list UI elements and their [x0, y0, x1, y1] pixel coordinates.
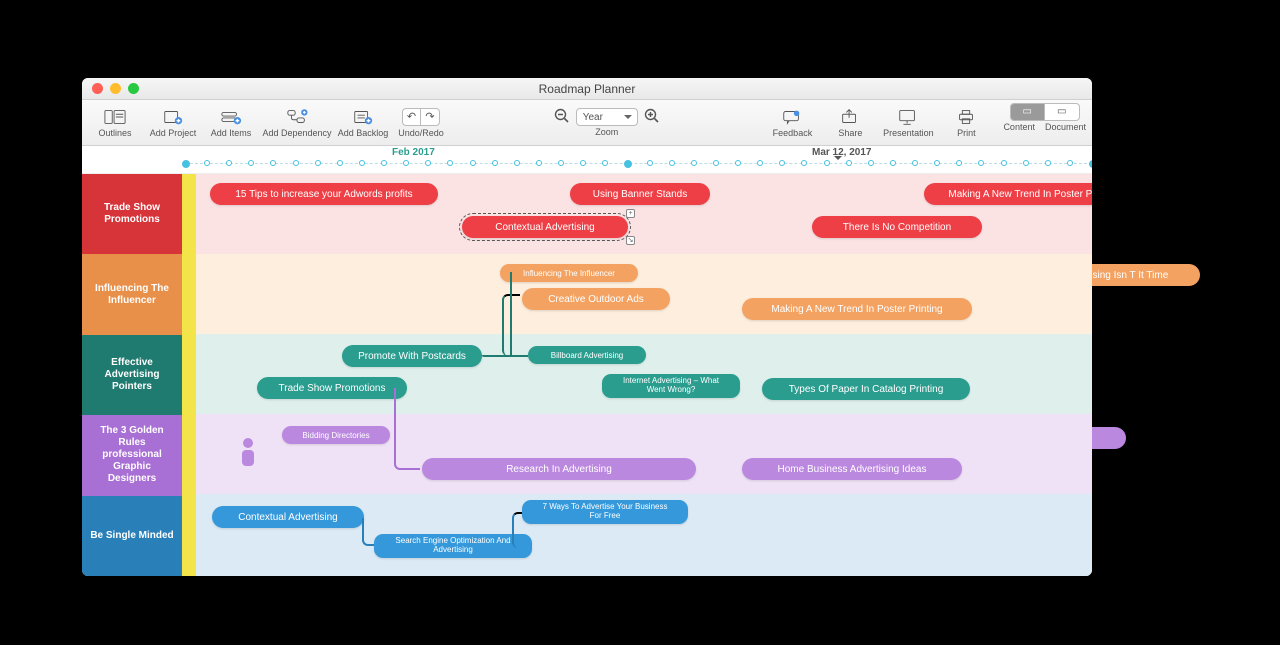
add-dependency-button[interactable]: Add Dependency	[262, 103, 332, 143]
add-items-icon	[220, 108, 242, 126]
card-r3a[interactable]: Promote With Postcards	[342, 345, 482, 367]
share-icon	[839, 108, 861, 126]
undo-redo-label: Undo/Redo	[398, 128, 444, 138]
outlines-button[interactable]: Outlines	[88, 103, 142, 143]
card-r4a[interactable]: Bidding Directories	[282, 426, 390, 444]
card-r3d[interactable]: Internet Advertising – What Went Wrong?	[602, 374, 740, 398]
presentation-label: Presentation	[883, 128, 934, 138]
lane-label-1[interactable]: Trade Show Promotions	[82, 174, 182, 254]
redo-icon[interactable]: ↷	[421, 109, 439, 125]
outlines-label: Outlines	[98, 128, 131, 138]
undo-icon[interactable]: ↶	[403, 109, 421, 125]
timeline-header: Feb 2017 Mar 12, 2017	[82, 146, 1092, 174]
lane-labels: Trade Show Promotions Influencing The In…	[82, 174, 182, 576]
add-items-label: Add Items	[211, 128, 252, 138]
roadmap-canvas[interactable]: 15 Tips to increase your Adwords profits…	[182, 174, 1092, 576]
card-r1b[interactable]: Using Banner Stands	[570, 183, 710, 205]
resize-handle-icon[interactable]: +	[626, 209, 635, 218]
card-r3e[interactable]: Types Of Paper In Catalog Printing	[762, 378, 970, 400]
zoom-value: Year	[583, 112, 603, 123]
undo-redo-segmented[interactable]: ↶ ↷	[402, 108, 440, 126]
timeline-month-label: Feb 2017	[392, 147, 435, 158]
document-label: Document	[1045, 122, 1086, 132]
card-r2d[interactable]: Making A New Trend In Poster Printing	[742, 298, 972, 320]
share-label: Share	[838, 128, 862, 138]
card-r1d[interactable]: Contextual Advertising + ↘	[462, 216, 628, 238]
add-backlog-label: Add Backlog	[338, 128, 389, 138]
card-r4b[interactable]: Research In Advertising	[422, 458, 696, 480]
card-r1a[interactable]: 15 Tips to increase your Adwords profits	[210, 183, 438, 205]
card-r4c[interactable]: Contextual Advertising	[1092, 427, 1126, 449]
window-title: Roadmap Planner	[82, 82, 1092, 96]
lane-label-4[interactable]: The 3 Golden Rules professional Graphic …	[82, 415, 182, 495]
document-tab[interactable]: ▭	[1045, 104, 1079, 120]
add-dependency-icon	[286, 108, 308, 126]
add-project-label: Add Project	[150, 128, 197, 138]
feedback-button[interactable]: Feedback	[765, 103, 819, 143]
card-r2b[interactable]: Creative Outdoor Ads	[522, 288, 670, 310]
titlebar: Roadmap Planner	[82, 78, 1092, 100]
undo-redo-button[interactable]: ↶ ↷ Undo/Redo	[394, 103, 448, 143]
card-r1e[interactable]: There Is No Competition	[812, 216, 982, 238]
content-label: Content	[1003, 122, 1035, 132]
lane-label-2[interactable]: Influencing The Influencer	[82, 254, 182, 334]
zoom-select[interactable]: Year	[576, 108, 638, 126]
outlines-icon	[104, 108, 126, 126]
content-tab[interactable]: ▭	[1011, 104, 1045, 120]
lane-label-5[interactable]: Be Single Minded	[82, 496, 182, 576]
add-project-icon	[162, 108, 184, 126]
feedback-icon	[781, 108, 803, 126]
toolbar: Outlines Add Project Add Items Add Depen…	[82, 100, 1092, 146]
print-icon	[955, 108, 977, 126]
card-r5c[interactable]: 7 Ways To Advertise Your Business For Fr…	[522, 500, 688, 524]
add-items-button[interactable]: Add Items	[204, 103, 258, 143]
person-icon	[242, 438, 254, 466]
card-r5b[interactable]: Search Engine Optimization And Advertisi…	[374, 534, 532, 558]
card-r5a[interactable]: Contextual Advertising	[212, 506, 364, 528]
view-mode-segment: ▭ ▭ Content Document	[1003, 103, 1086, 143]
add-project-button[interactable]: Add Project	[146, 103, 200, 143]
zoom-label: Zoom	[595, 127, 618, 137]
card-r4d[interactable]: Home Business Advertising Ideas	[742, 458, 962, 480]
card-r2c[interactable]: Truck Side Advertising Isn T It Time	[1092, 264, 1200, 286]
print-label: Print	[957, 128, 976, 138]
card-r2a[interactable]: Influencing The Influencer	[500, 264, 638, 282]
resize-handle-icon[interactable]: ↘	[626, 236, 635, 245]
zoom-control: Year Zoom	[554, 108, 660, 137]
print-button[interactable]: Print	[939, 103, 993, 143]
app-window: Roadmap Planner Outlines Add Project Ad	[82, 78, 1092, 576]
presentation-button[interactable]: Presentation	[881, 103, 935, 143]
feedback-label: Feedback	[773, 128, 813, 138]
card-r3b[interactable]: Billboard Advertising	[528, 346, 646, 364]
lane-label-3[interactable]: Effective Advertising Pointers	[82, 335, 182, 415]
zoom-in-icon[interactable]	[644, 108, 660, 126]
card-r3c[interactable]: Trade Show Promotions	[257, 377, 407, 399]
add-dependency-label: Add Dependency	[262, 128, 331, 138]
zoom-out-icon[interactable]	[554, 108, 570, 126]
card-r1c[interactable]: Making A New Trend In Poster Printing	[924, 183, 1092, 205]
add-backlog-icon	[352, 108, 374, 126]
share-button[interactable]: Share	[823, 103, 877, 143]
timeline-ticks[interactable]	[185, 160, 1092, 172]
presentation-icon	[897, 108, 919, 126]
add-backlog-button[interactable]: Add Backlog	[336, 103, 390, 143]
